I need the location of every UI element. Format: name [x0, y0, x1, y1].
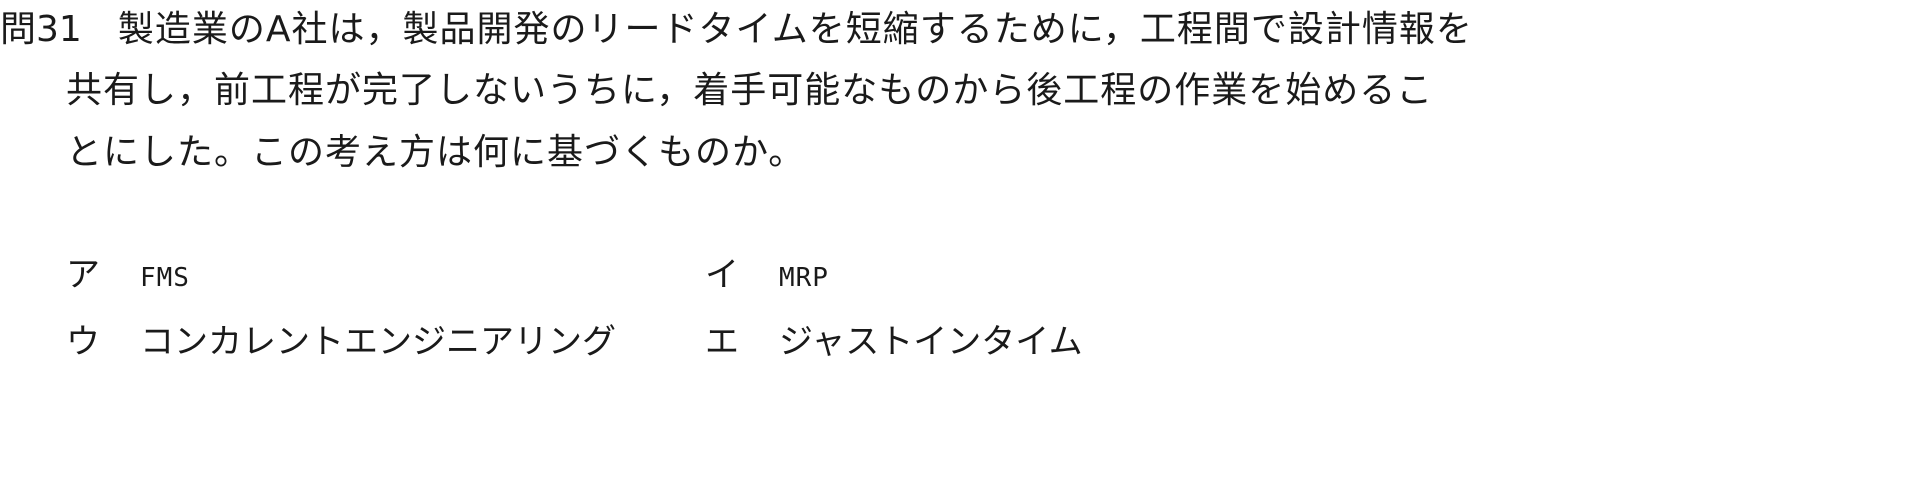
question-line-1: 問31 製造業のA社は，製品開発のリードタイムを短縮するために，工程間で設計情報を: [0, 8, 1473, 52]
question-number: 問31: [0, 9, 82, 50]
choice-e-text: ジャストインタイム: [779, 322, 1083, 362]
question-line-2: 共有し，前工程が完了しないうちに，着手可能なものから後工程の作業を始めるこ: [66, 69, 1433, 113]
question-text-line-3: とにした。この考え方は何に基づくものか。: [66, 132, 806, 173]
choice-a-text: FMS: [140, 263, 190, 293]
choice-i: イ MRP: [705, 253, 829, 300]
choice-u: ウコンカレントエンジニアリング: [66, 320, 616, 364]
choice-e-label: エ: [705, 322, 739, 362]
exam-page: 問31 製造業のA社は，製品開発のリードタイムを短縮するために，工程間で設計情報を…: [0, 0, 1928, 493]
question-text-line-1: 製造業のA社は，製品開発のリードタイムを短縮するために，工程間で設計情報を: [117, 9, 1473, 50]
choice-i-label: イ: [705, 255, 739, 295]
choice-e: エジャストインタイム: [705, 320, 1083, 364]
question-text-line-2: 共有し，前工程が完了しないうちに，着手可能なものから後工程の作業を始めるこ: [66, 70, 1434, 111]
choice-u-text: コンカレントエンジニアリング: [140, 322, 616, 362]
choice-i-text: MRP: [779, 263, 829, 293]
choice-u-label: ウ: [66, 322, 100, 362]
question-line-3: とにした。この考え方は何に基づくものか。: [66, 131, 805, 175]
choice-a: ア FMS: [66, 253, 190, 300]
choice-a-label: ア: [66, 255, 100, 295]
